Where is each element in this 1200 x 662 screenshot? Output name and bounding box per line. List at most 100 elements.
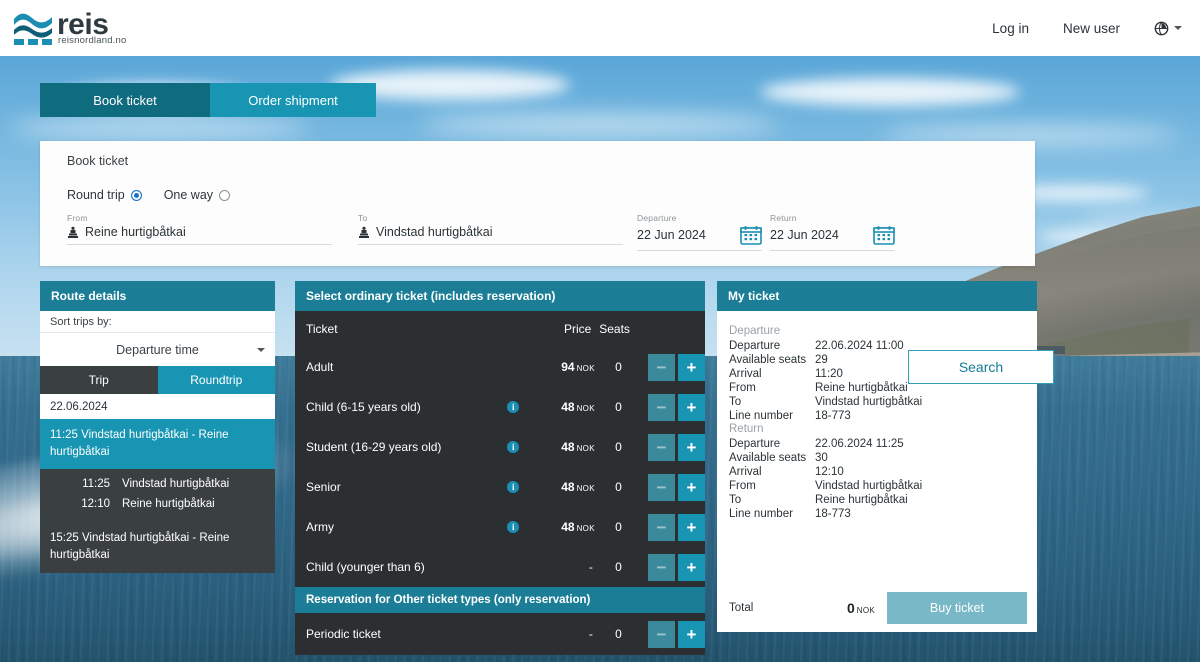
to-value: Vindstad hurtigbåtkai — [376, 225, 493, 239]
radio-one-way[interactable]: One way — [164, 188, 231, 202]
return-date-field[interactable]: Return 22 Jun 2024 — [770, 213, 895, 251]
decrease-seats-button[interactable]: − — [648, 553, 675, 581]
detail-key: Available seats — [729, 452, 807, 464]
other-ticket-types-title: Reservation for Other ticket types (only… — [295, 587, 705, 613]
my-ticket-panel: My ticket Departure Departure 22.06.2024 … — [717, 281, 1037, 632]
increase-seats-button[interactable]: + — [678, 553, 705, 581]
trip-option-selected[interactable]: 11:25 Vindstad hurtigbåtkai - Reine hurt… — [40, 419, 275, 470]
departure-date-field[interactable]: Departure 22 Jun 2024 — [637, 213, 762, 251]
detail-value: Vindstad hurtigbåtkai — [815, 480, 923, 492]
ticket-price: 94 NOK — [561, 360, 595, 374]
ticket-panel-title: Select ordinary ticket (includes reserva… — [295, 281, 705, 311]
leg-place: Reine hurtigbåtkai — [122, 498, 215, 511]
new-user-link[interactable]: New user — [1063, 21, 1120, 36]
total-label: Total — [729, 602, 754, 614]
info-icon[interactable]: i — [507, 481, 520, 493]
detail-value: Vindstad hurtigbåtkai — [815, 396, 923, 408]
radio-one-way-dot[interactable] — [219, 189, 231, 201]
info-icon[interactable]: i — [507, 441, 520, 453]
buy-ticket-button[interactable]: Buy ticket — [887, 592, 1027, 624]
search-button[interactable]: Search — [908, 350, 1054, 384]
decrease-seats-button[interactable]: − — [648, 433, 675, 461]
detail-key: To — [729, 494, 742, 506]
tab-book-ticket[interactable]: Book ticket — [40, 83, 210, 117]
calendar-icon[interactable] — [740, 225, 762, 245]
detail-value: Reine hurtigbåtkai — [815, 494, 908, 506]
table-row: Periodic ticket - 0 − + — [295, 613, 705, 655]
ticket-name: Child (6-15 years old) — [306, 400, 421, 414]
col-seats: Seats — [599, 322, 630, 336]
ticket-name: Child (younger than 6) — [306, 560, 425, 574]
port-icon — [68, 226, 78, 238]
ticket-price: - — [588, 627, 593, 641]
ticket-seats: 0 — [615, 440, 622, 454]
return-label: Return — [770, 213, 797, 223]
decrease-seats-button[interactable]: − — [648, 513, 675, 541]
detail-key: Line number — [729, 508, 793, 520]
to-field[interactable]: To Vindstad hurtigbåtkai — [358, 213, 623, 245]
tab-roundtrip[interactable]: Roundtrip — [157, 366, 275, 394]
col-ticket: Ticket — [306, 322, 338, 336]
trip-option[interactable]: 15:25 Vindstad hurtigbåtkai - Reine hurt… — [40, 522, 275, 573]
detail-row: To Reine hurtigbåtkai — [717, 493, 1037, 507]
ticket-price: 48 NOK — [561, 440, 595, 454]
detail-value: 18-773 — [815, 410, 851, 422]
login-link[interactable]: Log in — [992, 21, 1029, 36]
detail-value: 30 — [815, 452, 828, 464]
detail-row: Line number 18-773 — [717, 409, 1037, 423]
ticket-name: Periodic ticket — [306, 627, 381, 641]
departure-section-heading: Departure — [729, 325, 781, 337]
ticket-name: Adult — [306, 360, 334, 374]
radio-round-trip-dot[interactable] — [130, 189, 142, 201]
leg-time: 12:10 — [81, 498, 110, 511]
increase-seats-button[interactable]: + — [678, 393, 705, 421]
info-icon[interactable]: i — [507, 521, 520, 533]
language-selector[interactable] — [1154, 21, 1182, 36]
detail-key: Arrival — [729, 466, 762, 478]
from-field[interactable]: From Reine hurtigbåtkai — [67, 213, 332, 245]
decrease-seats-button[interactable]: − — [648, 353, 675, 381]
trip-type-group: Round trip One way — [67, 188, 231, 202]
cloud — [420, 114, 780, 136]
chevron-down-icon — [257, 348, 265, 352]
from-value: Reine hurtigbåtkai — [85, 225, 186, 239]
increase-seats-button[interactable]: + — [678, 473, 705, 501]
info-icon[interactable]: i — [507, 401, 520, 413]
detail-key: Departure — [729, 340, 781, 352]
decrease-seats-button[interactable]: − — [648, 473, 675, 501]
radio-round-trip-label: Round trip — [67, 188, 125, 202]
decrease-seats-button[interactable]: − — [648, 393, 675, 421]
tab-trip[interactable]: Trip — [40, 366, 158, 394]
increase-seats-button[interactable]: + — [678, 620, 705, 648]
detail-key: From — [729, 480, 756, 492]
ticket-name: Senior — [306, 480, 341, 494]
ticket-column-headers: Ticket Price Seats — [295, 311, 705, 347]
increase-seats-button[interactable]: + — [678, 353, 705, 381]
detail-value: 22.06.2024 11:25 — [815, 438, 904, 450]
sort-trips-select[interactable]: Departure time — [40, 333, 275, 366]
from-label: From — [67, 213, 88, 223]
logo[interactable]: reis reisnordland.no — [10, 8, 150, 48]
trip-legs: 11:25 Vindstad hurtigbåtkai 12:10 Reine … — [40, 469, 275, 523]
increase-seats-button[interactable]: + — [678, 433, 705, 461]
table-row: Senior i 48 NOK 0 − + — [295, 467, 705, 507]
ticket-price: - — [588, 560, 593, 574]
globe-icon — [1154, 21, 1169, 35]
site-header: reis reisnordland.no Log in New user — [0, 0, 1200, 56]
detail-row: Arrival 12:10 — [717, 465, 1037, 479]
radio-round-trip[interactable]: Round trip — [67, 188, 142, 202]
sort-trips-value: Departure time — [116, 342, 199, 357]
sort-trips-label: Sort trips by: — [40, 311, 275, 333]
decrease-seats-button[interactable]: − — [648, 620, 675, 648]
search-panel-title: Book ticket — [67, 154, 129, 168]
tab-order-shipment[interactable]: Order shipment — [210, 83, 376, 117]
col-price: Price — [563, 322, 592, 336]
main-tabs: Book ticket Order shipment — [40, 83, 376, 117]
table-row: Army i 48 NOK 0 − + — [295, 507, 705, 547]
increase-seats-button[interactable]: + — [678, 513, 705, 541]
calendar-icon[interactable] — [873, 225, 895, 245]
detail-key: Departure — [729, 438, 781, 450]
ticket-price: 48 NOK — [561, 520, 595, 534]
detail-row: Line number 18-773 — [717, 507, 1037, 521]
trip-roundtrip-tabs: Trip Roundtrip — [40, 366, 275, 394]
